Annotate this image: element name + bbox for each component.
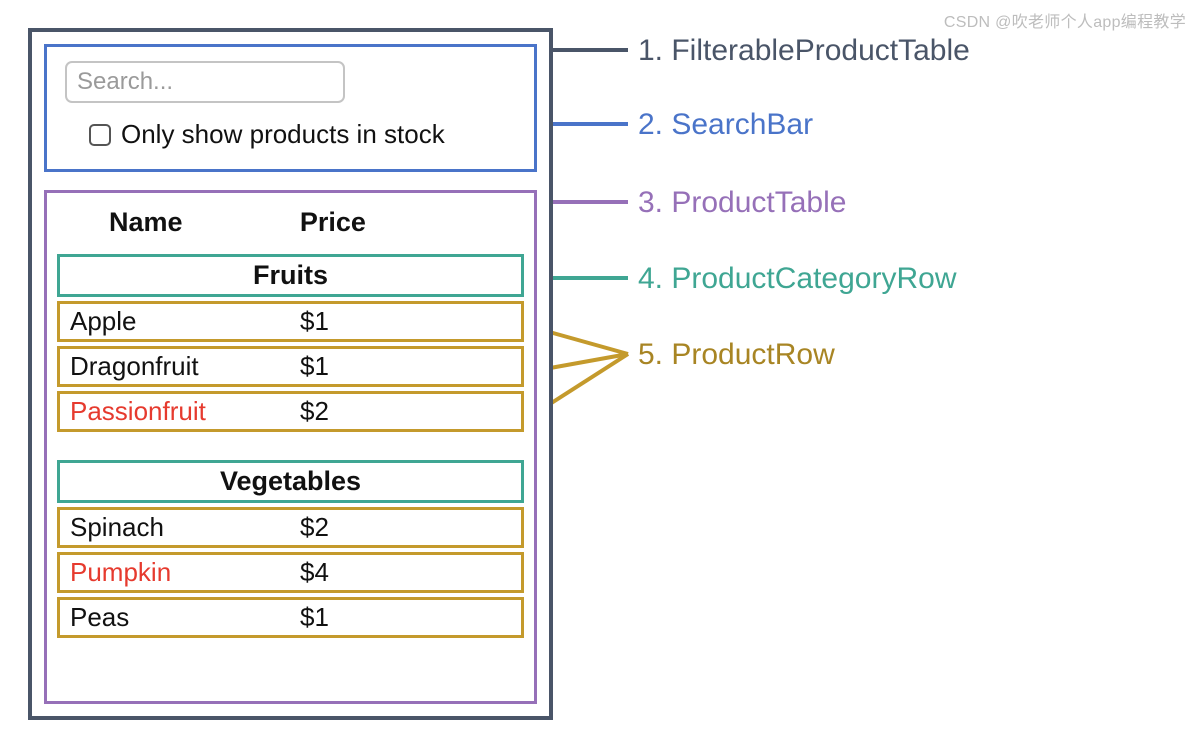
product-table-box: Name Price Fruits Apple $1 Dragonfruit $… [44, 190, 537, 704]
product-name: Passionfruit [70, 396, 300, 427]
product-category-row: Vegetables [57, 460, 524, 503]
product-name: Spinach [70, 512, 300, 543]
legend-product-category-row: 4. ProductCategoryRow [638, 262, 957, 296]
product-row: Spinach $2 [57, 507, 524, 548]
product-name: Peas [70, 602, 300, 633]
column-header-name: Name [57, 207, 300, 238]
product-price: $1 [300, 306, 521, 337]
product-row: Dragonfruit $1 [57, 346, 524, 387]
filterable-product-table-box: Only show products in stock Name Price F… [28, 28, 553, 720]
product-name: Dragonfruit [70, 351, 300, 382]
product-name: Apple [70, 306, 300, 337]
legend-product-table: 3. ProductTable [638, 186, 846, 220]
column-header-price: Price [300, 207, 524, 238]
product-category-row: Fruits [57, 254, 524, 297]
table-header: Name Price [57, 203, 524, 248]
stock-filter-label: Only show products in stock [121, 119, 445, 150]
product-row: Apple $1 [57, 301, 524, 342]
product-price: $2 [300, 512, 521, 543]
search-input[interactable] [65, 61, 345, 103]
product-price: $1 [300, 602, 521, 633]
product-price: $1 [300, 351, 521, 382]
product-row: Pumpkin $4 [57, 552, 524, 593]
stock-checkbox[interactable] [89, 124, 111, 146]
legend-search-bar: 2. SearchBar [638, 108, 813, 142]
legend-filterable-product-table: 1. FilterableProductTable [638, 34, 970, 68]
product-price: $4 [300, 557, 521, 588]
product-row: Passionfruit $2 [57, 391, 524, 432]
product-row: Peas $1 [57, 597, 524, 638]
stock-filter-row: Only show products in stock [65, 119, 516, 150]
product-price: $2 [300, 396, 521, 427]
search-bar-box: Only show products in stock [44, 44, 537, 172]
product-name: Pumpkin [70, 557, 300, 588]
diagram-canvas: Only show products in stock Name Price F… [0, 0, 1200, 40]
legend-product-row: 5. ProductRow [638, 338, 835, 372]
watermark-text: CSDN @吹老师个人app编程教学 [944, 8, 1186, 32]
